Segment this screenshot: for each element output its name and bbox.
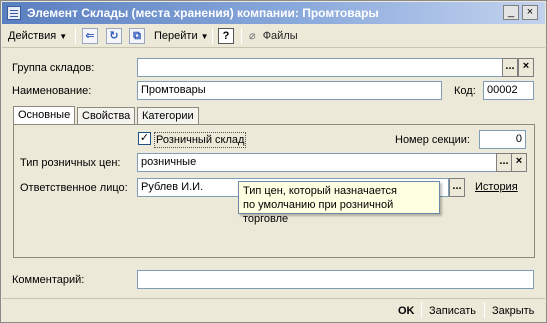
price-type-label: Тип розничных цен: bbox=[20, 157, 121, 169]
close-window-button[interactable]: × bbox=[522, 5, 538, 20]
tooltip-line: по умолчанию при розничной торговле bbox=[243, 199, 394, 225]
minimize-button[interactable]: _ bbox=[503, 5, 519, 20]
group-select-button[interactable]: ... bbox=[502, 58, 518, 77]
tab-properties[interactable]: Свойства bbox=[77, 107, 136, 125]
toolbar: Действия ▼ ⇐ ↻ ⧉ Перейти ▼ ? ⌀ Файлы bbox=[2, 24, 545, 48]
copy-icon[interactable]: ⧉ bbox=[129, 28, 145, 44]
tooltip: Тип цен, который назначается по умолчани… bbox=[238, 181, 440, 225]
tab-categories[interactable]: Категории bbox=[137, 107, 199, 125]
price-type-clear-button[interactable]: × bbox=[511, 153, 527, 172]
goto-menu-label: Перейти bbox=[154, 30, 198, 42]
toolbar-divider bbox=[241, 28, 242, 44]
price-type-field[interactable]: розничные bbox=[137, 153, 497, 172]
save-button[interactable]: Записать bbox=[429, 303, 476, 319]
go-back-icon[interactable]: ⇐ bbox=[82, 28, 98, 44]
responsible-select-button[interactable]: ... bbox=[449, 178, 465, 197]
group-clear-button[interactable]: × bbox=[518, 58, 534, 77]
actions-menu-button[interactable]: Действия ▼ bbox=[8, 27, 67, 45]
close-button[interactable]: Закрыть bbox=[492, 303, 534, 319]
comment-label: Комментарий: bbox=[12, 274, 85, 286]
name-label: Наименование: bbox=[12, 85, 92, 97]
toolbar-divider bbox=[212, 28, 213, 44]
ok-button[interactable]: OK bbox=[398, 303, 415, 319]
responsible-label: Ответственное лицо: bbox=[20, 182, 128, 194]
section-number-label: Номер секции: bbox=[395, 134, 470, 146]
actions-menu-label: Действия bbox=[8, 30, 57, 42]
footer-divider bbox=[484, 302, 485, 318]
retail-checkbox[interactable]: ✓ bbox=[138, 132, 151, 145]
help-icon[interactable]: ? bbox=[218, 28, 234, 44]
tooltip-line: Тип цен, который назначается bbox=[243, 185, 397, 197]
retail-checkbox-label[interactable]: Розничный склад bbox=[154, 132, 247, 148]
code-field[interactable]: 00002 bbox=[483, 81, 534, 100]
dropdown-arrow-icon: ▼ bbox=[200, 32, 209, 41]
comment-field[interactable] bbox=[137, 270, 534, 289]
element-window: Элемент Склады (места хранения) компании… bbox=[0, 0, 547, 323]
paperclip-icon: ⌀ bbox=[249, 30, 256, 42]
refresh-icon[interactable]: ↻ bbox=[106, 28, 122, 44]
files-button[interactable]: ⌀ Файлы bbox=[249, 27, 298, 45]
group-field[interactable] bbox=[137, 58, 503, 77]
tab-main[interactable]: Основные bbox=[13, 106, 76, 126]
footer-divider bbox=[421, 302, 422, 318]
toolbar-divider bbox=[75, 28, 76, 44]
price-type-select-button[interactable]: ... bbox=[496, 153, 512, 172]
files-label: Файлы bbox=[262, 30, 298, 42]
goto-menu-button[interactable]: Перейти ▼ bbox=[154, 27, 209, 45]
history-link[interactable]: История bbox=[475, 181, 518, 193]
window-title: Элемент Склады (места хранения) компании… bbox=[27, 6, 379, 20]
dropdown-arrow-icon: ▼ bbox=[59, 32, 68, 41]
window-icon bbox=[7, 6, 21, 20]
code-label: Код: bbox=[454, 85, 476, 97]
title-bar[interactable]: Элемент Склады (места хранения) компании… bbox=[2, 2, 545, 24]
group-label: Группа складов: bbox=[12, 62, 95, 74]
footer-bar: OK Записать Закрыть bbox=[2, 298, 545, 322]
section-number-field[interactable]: 0 bbox=[479, 130, 526, 149]
name-field[interactable]: Промтовары bbox=[137, 81, 442, 100]
